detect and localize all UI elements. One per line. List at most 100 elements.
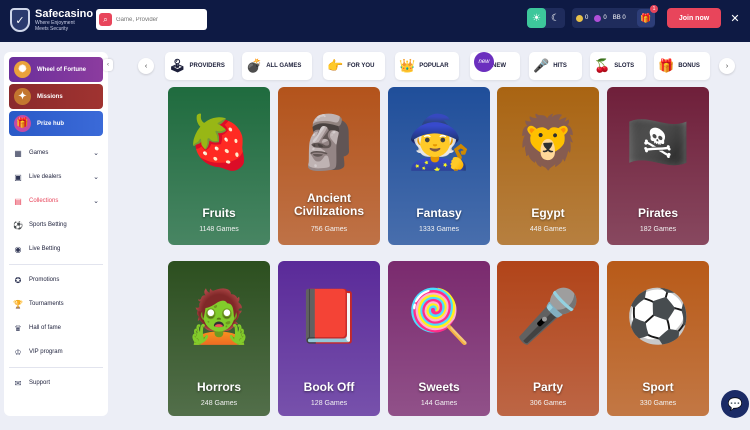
chevron-down-icon: ⌄ xyxy=(93,198,99,205)
collection-tile[interactable]: 🦁 Egypt 448 Games xyxy=(497,87,599,245)
category-bonus[interactable]: 🎁 BONUS xyxy=(654,52,710,80)
promotions-icon: ✪ xyxy=(14,275,22,285)
gift-badge: 1 xyxy=(650,5,658,13)
collection-title: Pirates xyxy=(637,206,679,220)
sidebar: ✺ Wheel of Fortune ✦ Missions 🎁 Prize hu… xyxy=(4,52,108,416)
collection-count: 448 Games xyxy=(529,226,567,233)
crown-icon: 👑 xyxy=(399,58,416,73)
category-all-games[interactable]: 💣 ALL GAMES xyxy=(242,52,312,80)
category-bar: 🕹 PROVIDERS 💣 ALL GAMES 👉 FOR YOU 👑 POPU… xyxy=(165,52,745,82)
zombie-icon: 🧟 xyxy=(186,287,252,346)
wheel-icon: ✺ xyxy=(14,61,31,78)
hall-of-fame-icon: ♛ xyxy=(14,323,22,333)
support-icon: ✉ xyxy=(14,378,22,388)
sidebar-item-live-dealers[interactable]: ▣ Live dealers ⌄ xyxy=(9,165,103,189)
sidebar-section-support: ✉ Support xyxy=(9,368,103,398)
tournaments-icon: 🏆 xyxy=(13,299,23,309)
sidebar-item-collections[interactable]: ▤ Collections ⌄ xyxy=(9,189,103,213)
shield-logo-icon: ✓ xyxy=(10,8,30,32)
collection-title: Fruits xyxy=(202,206,236,220)
sidebar-item-hall-of-fame[interactable]: ♛ Hall of fame xyxy=(9,316,103,340)
moon-icon[interactable]: ☾ xyxy=(546,8,565,28)
bonus-balance: BB 0 xyxy=(612,15,626,21)
promo-wheel-of-fortune[interactable]: ✺ Wheel of Fortune xyxy=(9,57,103,82)
cannon-icon: 💣 xyxy=(246,58,263,73)
logo-tagline: Where Enjoyment Meets Security xyxy=(35,20,75,32)
collection-tile[interactable]: 🎤 Party 306 Games xyxy=(497,261,599,416)
promo-prize-hub[interactable]: 🎁 Prize hub xyxy=(9,111,103,136)
wizard-icon: 🧙 xyxy=(406,113,472,172)
collection-count: 248 Games xyxy=(200,400,238,407)
gift-button[interactable]: 🎁 1 xyxy=(637,5,658,27)
chat-icon: 💬 xyxy=(727,397,743,411)
collection-count: 144 Games xyxy=(420,400,458,407)
search-icon: ⌕ xyxy=(99,13,112,26)
pointing-hand-icon: 👉 xyxy=(327,58,344,73)
collection-title: Egypt xyxy=(531,206,565,220)
missions-icon: ✦ xyxy=(14,88,31,105)
sidebar-item-support[interactable]: ✉ Support xyxy=(9,371,103,395)
category-popular[interactable]: 👑 POPULAR xyxy=(395,52,459,80)
lollipop-icon: 🍭 xyxy=(406,287,472,346)
promo-missions[interactable]: ✦ Missions xyxy=(9,84,103,109)
gift-icon: 🎁 xyxy=(640,12,652,23)
categories-prev-button[interactable]: ‹ xyxy=(138,58,154,74)
search-input[interactable] xyxy=(116,16,206,23)
sun-icon[interactable]: ☀ xyxy=(527,8,546,28)
vip-icon: ♔ xyxy=(14,347,22,357)
collection-tile[interactable]: 🏴‍☠️ Pirates 182 Games xyxy=(607,87,709,245)
collection-count: 330 Games xyxy=(639,400,677,407)
site-logo[interactable]: ✓ Safecasino Where Enjoyment Meets Secur… xyxy=(10,8,93,32)
cherries-icon: 🍒 xyxy=(594,58,611,73)
collection-count: 1148 Games xyxy=(199,226,239,233)
chat-button[interactable]: 💬 xyxy=(721,390,749,418)
collection-title: Sport xyxy=(642,380,674,394)
collection-tile[interactable]: 📕 Book Off 128 Games xyxy=(278,261,380,416)
top-header: ✓ Safecasino Where Enjoyment Meets Secur… xyxy=(0,0,750,42)
sidebar-item-tournaments[interactable]: 🏆 Tournaments xyxy=(9,292,103,316)
collection-tile[interactable]: 🗿 Ancient Civilizations 756 Games xyxy=(278,87,380,245)
theme-toggle[interactable]: ☀ ☾ xyxy=(527,8,565,28)
microphone-icon: 🎤 xyxy=(533,58,550,73)
logo-name: Safecasino xyxy=(35,8,94,20)
collection-tile[interactable]: 🍓 Fruits 1148 Games xyxy=(168,87,270,245)
new-badge-icon: new xyxy=(474,52,494,72)
sidebar-collapse-button[interactable]: ‹ xyxy=(103,59,113,71)
gem-icon xyxy=(594,14,602,22)
category-slots[interactable]: 🍒 SLOTS xyxy=(590,52,646,80)
collections-icon: ▤ xyxy=(14,196,22,206)
chevron-down-icon: ⌄ xyxy=(93,150,99,157)
category-for-you[interactable]: 👉 FOR YOU xyxy=(323,52,385,80)
collection-count: 128 Games xyxy=(310,400,348,407)
pirate-icon: 🏴‍☠️ xyxy=(625,113,691,172)
collection-tile[interactable]: ⚽ Sport 330 Games xyxy=(607,261,709,416)
sidebar-item-games[interactable]: ▦ Games ⌄ xyxy=(9,141,103,165)
joystick-icon: 🕹 xyxy=(169,58,186,73)
category-hits[interactable]: 🎤 HITS xyxy=(529,52,582,80)
join-now-button[interactable]: Join now xyxy=(667,8,721,28)
live-icon: ◉ xyxy=(14,244,22,254)
collection-count: 182 Games xyxy=(639,226,677,233)
live-dealers-icon: ▣ xyxy=(14,172,22,182)
sidebar-item-vip-program[interactable]: ♔ VIP program xyxy=(9,340,103,364)
book-icon: 📕 xyxy=(296,287,362,346)
fruits-icon: 🍓 xyxy=(186,113,252,172)
category-providers[interactable]: 🕹 PROVIDERS xyxy=(165,52,233,80)
prize-icon: 🎁 xyxy=(14,115,31,132)
collection-title: Sweets xyxy=(418,380,460,394)
collection-title: Horrors xyxy=(196,380,241,394)
collection-tile[interactable]: 🧟 Horrors 248 Games xyxy=(168,261,270,416)
sidebar-item-sports-betting[interactable]: ⚽ Sports Betting xyxy=(9,213,103,237)
collection-count: 756 Games xyxy=(310,226,348,233)
categories-next-button[interactable]: › xyxy=(719,58,735,74)
close-icon[interactable]: ✕ xyxy=(726,9,744,27)
games-icon: ▦ xyxy=(14,148,22,158)
collection-title: Party xyxy=(532,380,564,394)
collection-tile[interactable]: 🧙 Fantasy 1333 Games xyxy=(388,87,490,245)
sidebar-section-main: ▦ Games ⌄ ▣ Live dealers ⌄ ▤ Collections… xyxy=(9,138,103,265)
search-box[interactable]: ⌕ xyxy=(96,9,207,30)
collection-tile[interactable]: 🍭 Sweets 144 Games xyxy=(388,261,490,416)
treasure-chest-icon: 🎁 xyxy=(658,58,675,73)
sidebar-item-promotions[interactable]: ✪ Promotions xyxy=(9,268,103,292)
sidebar-item-live-betting[interactable]: ◉ Live Betting xyxy=(9,237,103,261)
